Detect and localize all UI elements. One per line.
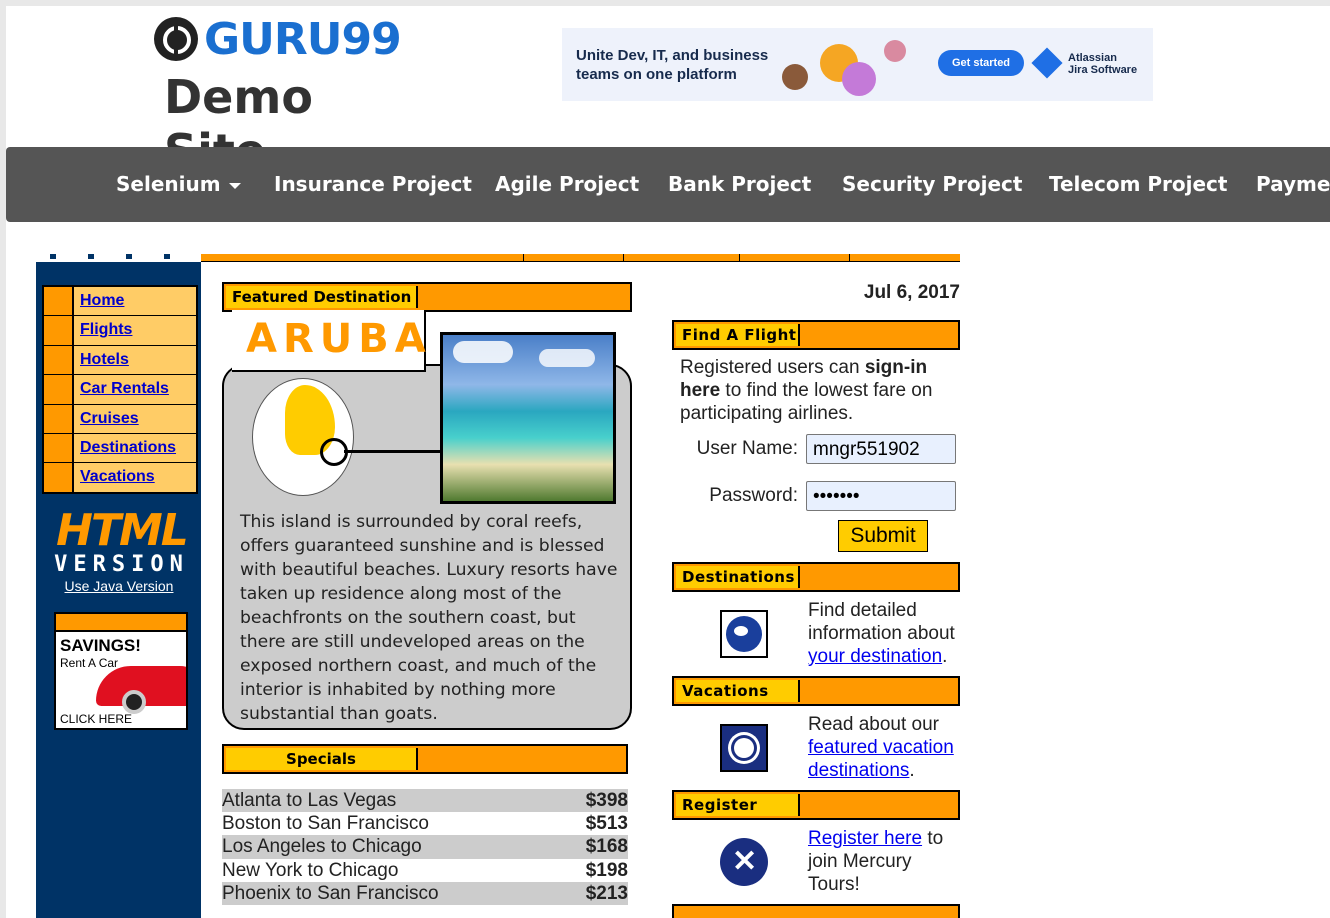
next-section-header bbox=[672, 904, 960, 918]
find-a-flight-header: Find A Flight bbox=[672, 320, 960, 350]
username-label: User Name: bbox=[696, 438, 798, 459]
sidebar-item-flights[interactable]: Flights bbox=[44, 316, 196, 346]
nav-item-insurance-project[interactable]: Insurance Project bbox=[274, 147, 472, 222]
password-label: Password: bbox=[709, 485, 798, 506]
destination-description: This island is surrounded by coral reefs… bbox=[240, 512, 618, 724]
sidebar-item-hotels[interactable]: Hotels bbox=[44, 345, 196, 376]
featured-destination-heading: Featured Destination bbox=[226, 286, 418, 308]
register-text: Register here to join Mercury Tours! bbox=[808, 828, 944, 895]
top-navigation: Selenium Insurance Project Agile Project… bbox=[6, 147, 1330, 222]
table-row: Atlanta to Las Vegas $398 bbox=[222, 789, 628, 813]
nav-item-security-project[interactable]: Security Project bbox=[842, 147, 1022, 222]
username-input[interactable]: mngr551902 bbox=[806, 434, 956, 464]
submit-button[interactable]: Submit bbox=[838, 520, 928, 552]
globe-icon bbox=[720, 610, 768, 658]
aruba-beach-photo bbox=[440, 332, 616, 504]
table-row: Los Angeles to Chicago $168 bbox=[222, 835, 628, 859]
savings-rent-a-car-banner[interactable]: SAVINGS! Rent A Car CLICK HERE bbox=[54, 612, 188, 730]
sidebar-menu: Home Flights Hotels Car Rentals Cruises … bbox=[42, 285, 198, 494]
specials-header: Specials bbox=[222, 744, 628, 774]
sidebar-item-destinations[interactable]: Destinations bbox=[44, 433, 196, 464]
register-header: Register bbox=[672, 790, 960, 820]
ad-headline: Unite Dev, IT, and business teams on one… bbox=[576, 47, 769, 83]
ad-brand: Atlassian Jira Software bbox=[1068, 52, 1138, 76]
jira-icon bbox=[1031, 47, 1063, 79]
signin-description: Registered users can sign-in here to fin… bbox=[680, 357, 933, 424]
sidebar-item-cruises[interactable]: Cruises bbox=[44, 404, 196, 434]
tours-logo-strip bbox=[36, 254, 201, 262]
sun-icon bbox=[720, 724, 768, 772]
featured-vacation-link[interactable]: featured vacation destinations bbox=[808, 737, 954, 781]
destinations-header: Destinations bbox=[672, 562, 960, 592]
html-version-logo: HTML VERSION bbox=[54, 505, 189, 577]
sidebar: Home Flights Hotels Car Rentals Cruises … bbox=[36, 254, 201, 918]
sidebar-item-vacations[interactable]: Vacations bbox=[44, 463, 196, 492]
vacations-text: Read about our featured vacation destina… bbox=[808, 714, 954, 781]
nav-item-selenium[interactable]: Selenium bbox=[116, 147, 241, 222]
destination-name: ARUBA bbox=[246, 316, 432, 362]
guru99-logo-icon bbox=[154, 17, 198, 61]
chevron-down-icon bbox=[228, 182, 241, 189]
register-here-link[interactable]: Register here bbox=[808, 828, 922, 849]
nav-item-agile-project[interactable]: Agile Project bbox=[495, 147, 639, 222]
sidebar-item-car-rentals[interactable]: Car Rentals bbox=[44, 375, 196, 405]
sidebar-item-home[interactable]: Home bbox=[44, 287, 196, 317]
vacations-header: Vacations bbox=[672, 676, 960, 706]
table-row: Boston to San Francisco $513 bbox=[222, 813, 628, 835]
advertisement-banner[interactable]: Unite Dev, IT, and business teams on one… bbox=[562, 28, 1153, 101]
current-date: Jul 6, 2017 bbox=[863, 282, 960, 303]
page: GURU99 Demo Site Unite Dev, IT, and busi… bbox=[6, 6, 1330, 918]
register-icon bbox=[720, 838, 768, 886]
destinations-text: Find detailed information about your des… bbox=[808, 600, 955, 667]
specials-table: Atlanta to Las Vegas $398 Boston to San F… bbox=[222, 789, 628, 905]
nav-item-telecom-project[interactable]: Telecom Project bbox=[1049, 147, 1227, 222]
table-row: Phoenix to San Francisco $213 bbox=[222, 881, 628, 905]
top-orange-bar bbox=[201, 254, 960, 262]
password-input[interactable]: ••••••• bbox=[806, 481, 956, 511]
use-java-version-link[interactable]: Use Java Version bbox=[54, 578, 184, 594]
table-row: New York to Chicago $198 bbox=[222, 859, 628, 881]
nav-item-bank-project[interactable]: Bank Project bbox=[668, 147, 811, 222]
logo-text: GURU99 bbox=[204, 13, 402, 65]
featured-destination-panel: Featured Destination ARUBA This island i… bbox=[222, 282, 632, 730]
ad-get-started-button[interactable]: Get started bbox=[938, 50, 1024, 76]
nav-item-payment[interactable]: Paymen bbox=[1256, 147, 1330, 222]
ad-people-illustration bbox=[780, 36, 910, 96]
your-destination-link[interactable]: your destination bbox=[808, 646, 942, 667]
globe-icon bbox=[252, 378, 354, 496]
